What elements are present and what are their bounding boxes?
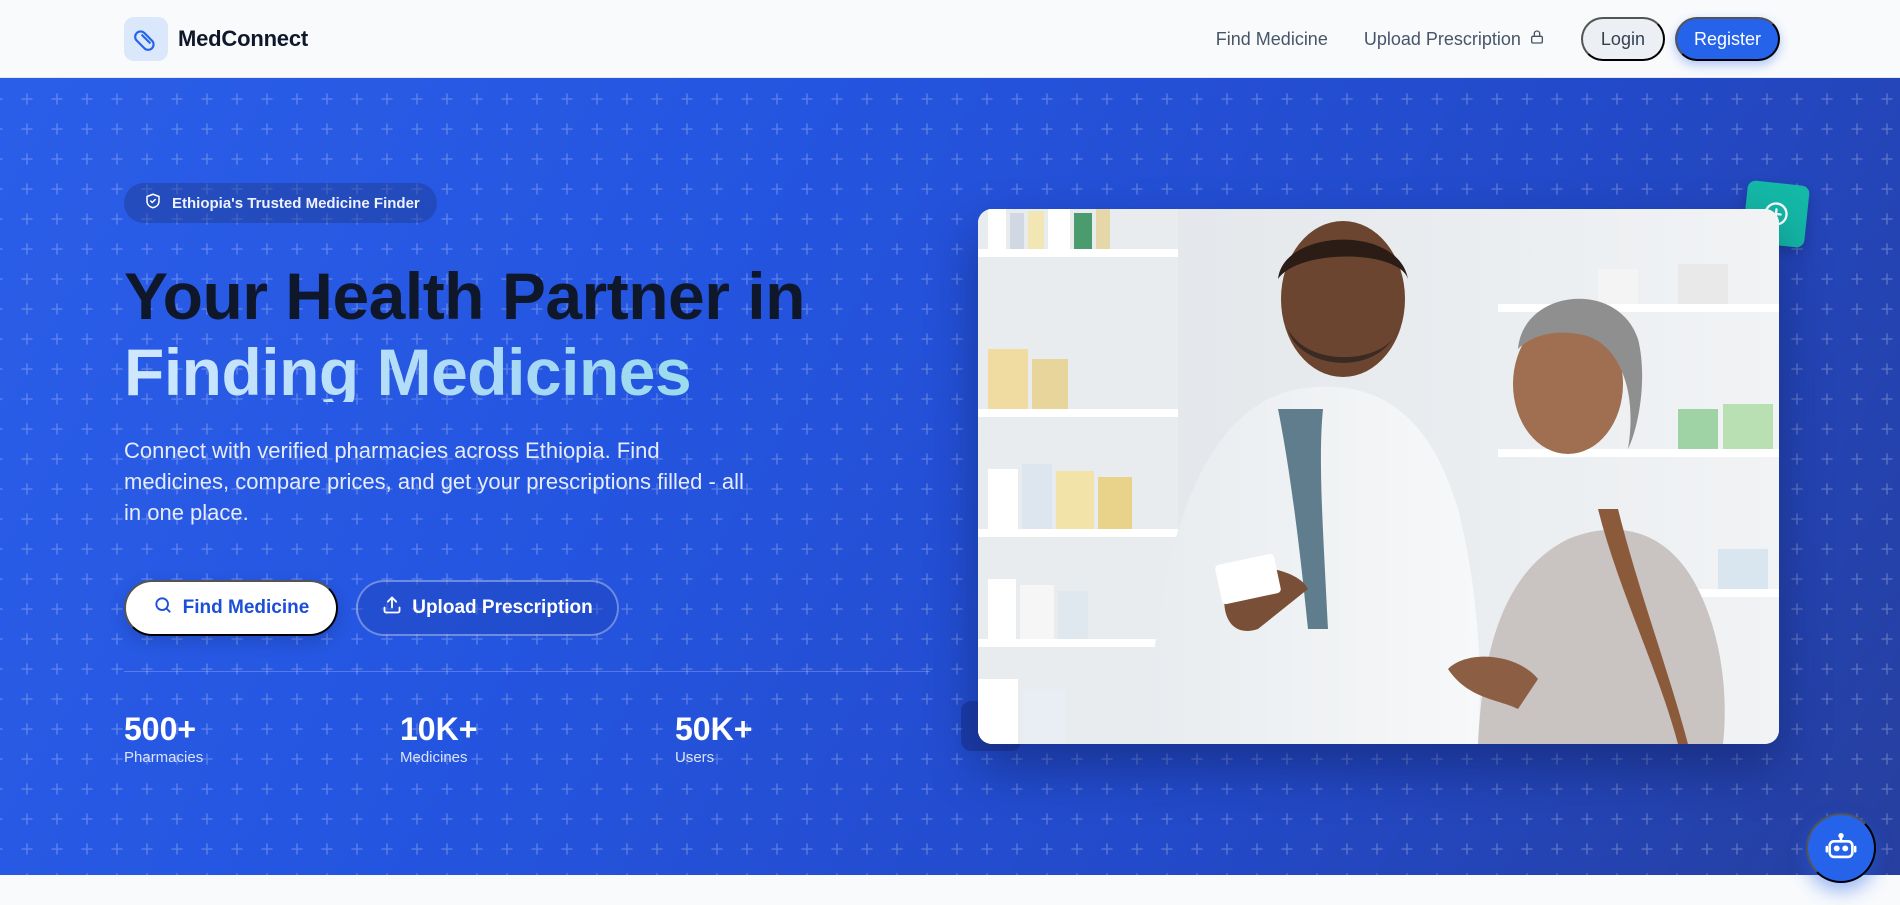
register-button[interactable]: Register: [1674, 17, 1780, 61]
hero-headline: Your Health Partner in Finding Medicines: [124, 258, 944, 402]
nav-find-medicine-label: Find Medicine: [1215, 28, 1328, 49]
stat-value: 500+: [124, 711, 197, 747]
pill-icon: [124, 17, 168, 61]
page-bottom-band: [0, 875, 1900, 905]
robot-icon: [1824, 830, 1858, 867]
upload-prescription-button-label: Upload Prescription: [412, 597, 593, 618]
headline-line-1: Your Health Partner in: [124, 259, 805, 333]
headline-line-2: Finding Medicines: [124, 334, 944, 402]
stats-divider: [124, 671, 930, 672]
upload-icon: [382, 595, 402, 621]
find-medicine-button[interactable]: Find Medicine: [124, 580, 338, 636]
trust-badge-label: Ethiopia's Trusted Medicine Finder: [172, 194, 420, 212]
top-navbar: MedConnect Find Medicine Upload Prescrip…: [0, 0, 1900, 78]
shield-check-icon: [144, 192, 162, 214]
hero-subtext: Connect with verified pharmacies across …: [124, 438, 744, 525]
upload-prescription-button[interactable]: Upload Prescription: [356, 580, 619, 636]
stat-label: Pharmacies: [124, 749, 204, 766]
brand-name: MedConnect: [178, 26, 309, 51]
stat-label: Users: [675, 749, 715, 766]
pharmacy-illustration: [978, 209, 1779, 744]
find-medicine-button-label: Find Medicine: [182, 597, 310, 618]
stat-users: 50K+ Users: [675, 710, 752, 766]
stat-label: Medicines: [400, 749, 468, 766]
stat-value: 10K+: [400, 711, 478, 747]
stat-pharmacies: 500+ Pharmacies: [124, 710, 203, 766]
brand[interactable]: MedConnect: [124, 17, 308, 61]
nav-upload-prescription[interactable]: Upload Prescription: [1364, 17, 1545, 61]
nav-find-medicine[interactable]: Find Medicine: [1216, 17, 1328, 61]
assistant-robot-button[interactable]: [1806, 813, 1876, 883]
lock-icon: [1529, 29, 1545, 50]
trust-badge: Ethiopia's Trusted Medicine Finder: [124, 183, 437, 223]
hero-image: [978, 209, 1779, 744]
search-icon: [153, 595, 173, 621]
nav-links: Find Medicine Upload Prescription Login …: [1216, 17, 1780, 61]
stat-value: 50K+: [675, 711, 753, 747]
login-button[interactable]: Login: [1580, 17, 1665, 61]
stat-medicines: 10K+ Medicines: [400, 710, 477, 766]
nav-upload-prescription-label: Upload Prescription: [1363, 28, 1521, 49]
